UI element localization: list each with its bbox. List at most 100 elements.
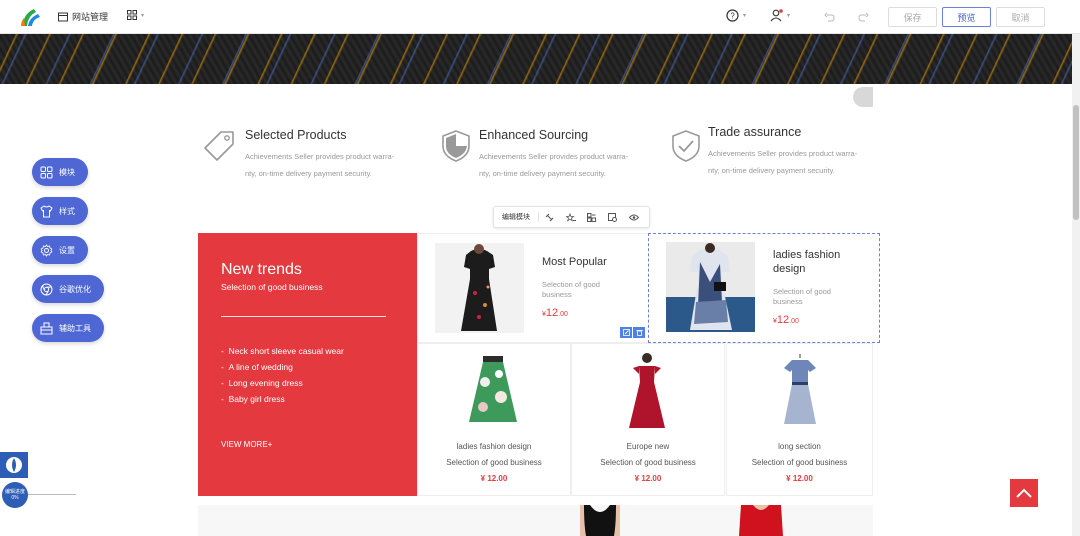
product-subtitle: Selection of good business: [773, 287, 831, 306]
chevron-down-icon: ▾: [743, 13, 747, 19]
tag-icon: [204, 131, 234, 161]
product-name: Europe new: [626, 442, 670, 451]
product-subtitle: Selection of good business: [542, 280, 600, 299]
side-nav-styles[interactable]: 样式: [32, 197, 88, 225]
side-nav-tools[interactable]: 辅助工具: [32, 314, 104, 342]
product-price: ¥ 12.00: [634, 474, 662, 483]
card-mini-tools: [620, 327, 645, 338]
feature-desc: Achievements Seller provides product war…: [245, 152, 395, 178]
product-card-ladies-fashion[interactable]: ladies fashion design Selection of good …: [648, 233, 880, 343]
product-name: long section: [778, 442, 821, 451]
side-nav-label: 谷歌优化: [59, 284, 91, 294]
user-icon: [770, 9, 783, 22]
trend-item[interactable]: - A line of wedding: [221, 362, 293, 372]
side-nav-modules[interactable]: 模块: [32, 158, 88, 186]
product-image: [739, 505, 783, 536]
side-nav-label: 辅助工具: [59, 323, 91, 333]
new-trends-panel: New trends Selection of good business - …: [198, 233, 417, 496]
window-icon: [58, 12, 68, 21]
product-price: ¥12.00: [542, 307, 568, 319]
product-image: [580, 505, 620, 536]
copy-settings-icon[interactable]: [602, 212, 623, 222]
product-price: ¥12.00: [773, 314, 799, 326]
trend-item[interactable]: - Neck short sleeve casual wear: [221, 346, 344, 356]
site-manage-label: 网站管理: [72, 12, 109, 22]
feature-title: Trade assurance: [708, 125, 802, 139]
side-nav-label: 设置: [59, 245, 75, 255]
preview-button[interactable]: 预览: [942, 7, 991, 27]
progress-track: [28, 494, 76, 495]
product-card-small[interactable]: ladies fashion design Selection of good …: [417, 343, 571, 496]
chevron-up-icon: [1016, 488, 1032, 498]
scrollbar-thumb[interactable]: [1073, 105, 1079, 220]
side-nav-label: 模块: [59, 167, 75, 177]
feature-enhanced-sourcing: Enhanced Sourcing Achievements Seller pr…: [479, 128, 639, 182]
layout-icon[interactable]: [581, 212, 602, 222]
edit-icon[interactable]: [620, 327, 632, 338]
product-image: [617, 352, 677, 430]
trend-title: New trends: [221, 261, 302, 278]
section-corner-tag[interactable]: [853, 87, 873, 107]
next-section-preview: [198, 505, 873, 536]
help-menu[interactable]: ? ▾: [726, 9, 746, 22]
cancel-button[interactable]: 取消: [996, 7, 1045, 27]
product-price: ¥ 12.00: [786, 474, 813, 483]
product-card-small[interactable]: long section Selection of good business …: [726, 343, 873, 496]
edit-progress-widget[interactable]: 编辑进度 0%: [2, 482, 28, 508]
gear-icon: [40, 243, 53, 257]
product-name: ladies fashion design: [456, 442, 532, 451]
undo-icon[interactable]: [824, 12, 835, 22]
product-name: Most Popular: [542, 256, 607, 268]
product-image: [666, 242, 755, 332]
trend-item[interactable]: - Baby girl dress: [221, 394, 285, 404]
save-button[interactable]: 保存: [888, 7, 937, 27]
app-logo[interactable]: [20, 6, 42, 28]
chevron-down-icon: ▾: [787, 13, 791, 19]
back-to-top-button[interactable]: [1010, 479, 1038, 507]
product-image: [435, 243, 524, 333]
product-subtitle: Selection of good business: [751, 458, 848, 467]
product-image: [463, 352, 523, 430]
product-name: ladies fashion design: [773, 249, 841, 275]
product-card-small[interactable]: Europe new Selection of good business ¥ …: [571, 343, 725, 496]
edit-module-button[interactable]: 编辑模块: [494, 212, 539, 222]
grid-icon: [40, 166, 53, 178]
feature-desc: Achievements Seller provides product war…: [479, 152, 629, 178]
help-widget[interactable]: [0, 452, 28, 478]
shield-icon: [442, 130, 470, 162]
progress-percent: 0%: [11, 495, 19, 501]
side-nav-settings[interactable]: 设置: [32, 236, 88, 264]
module-edit-toolbar: 编辑模块: [493, 206, 650, 228]
product-card-most-popular[interactable]: Most Popular Selection of good business …: [417, 233, 649, 343]
feature-trade-assurance: Trade assurance Achievements Seller prov…: [708, 125, 868, 179]
delete-icon[interactable]: [633, 327, 645, 338]
apps-grid-icon: [127, 10, 137, 20]
product-subtitle: Selection of good business: [600, 458, 696, 467]
product-subtitle: Selection of good business: [446, 458, 542, 467]
product-image: [770, 352, 830, 430]
view-more-link[interactable]: VIEW MORE+: [221, 440, 272, 449]
user-menu[interactable]: ▾: [770, 9, 790, 22]
apps-menu[interactable]: ▾: [127, 10, 144, 20]
top-toolbar: 网站管理 ▾ ? ▾ ▾ 保存 预览 取消: [0, 0, 1080, 34]
shield-check-icon: [672, 130, 700, 162]
help-icon: ?: [726, 9, 739, 22]
visibility-icon[interactable]: [623, 214, 644, 221]
site-manage-menu[interactable]: 网站管理: [58, 10, 108, 23]
trend-item[interactable]: - Long evening dress: [221, 378, 303, 388]
side-nav-seo[interactable]: 谷歌优化: [32, 275, 104, 303]
chevron-down-icon: ▾: [141, 12, 145, 19]
redo-icon[interactable]: [858, 12, 869, 22]
hero-banner-image: [0, 34, 1072, 84]
svg-text:?: ?: [730, 12, 735, 21]
trend-divider: [221, 316, 386, 317]
feature-selected-products: Selected Products Achievements Seller pr…: [245, 128, 405, 182]
shirt-icon: [40, 204, 53, 217]
unlink-icon[interactable]: [539, 213, 560, 222]
product-price: ¥ 12.00: [480, 474, 508, 483]
feature-title: Enhanced Sourcing: [479, 128, 589, 142]
star-list-icon[interactable]: [560, 212, 581, 222]
chrome-icon: [40, 283, 53, 295]
feature-title: Selected Products: [245, 128, 347, 142]
trend-subtitle: Selection of good business: [221, 282, 323, 292]
